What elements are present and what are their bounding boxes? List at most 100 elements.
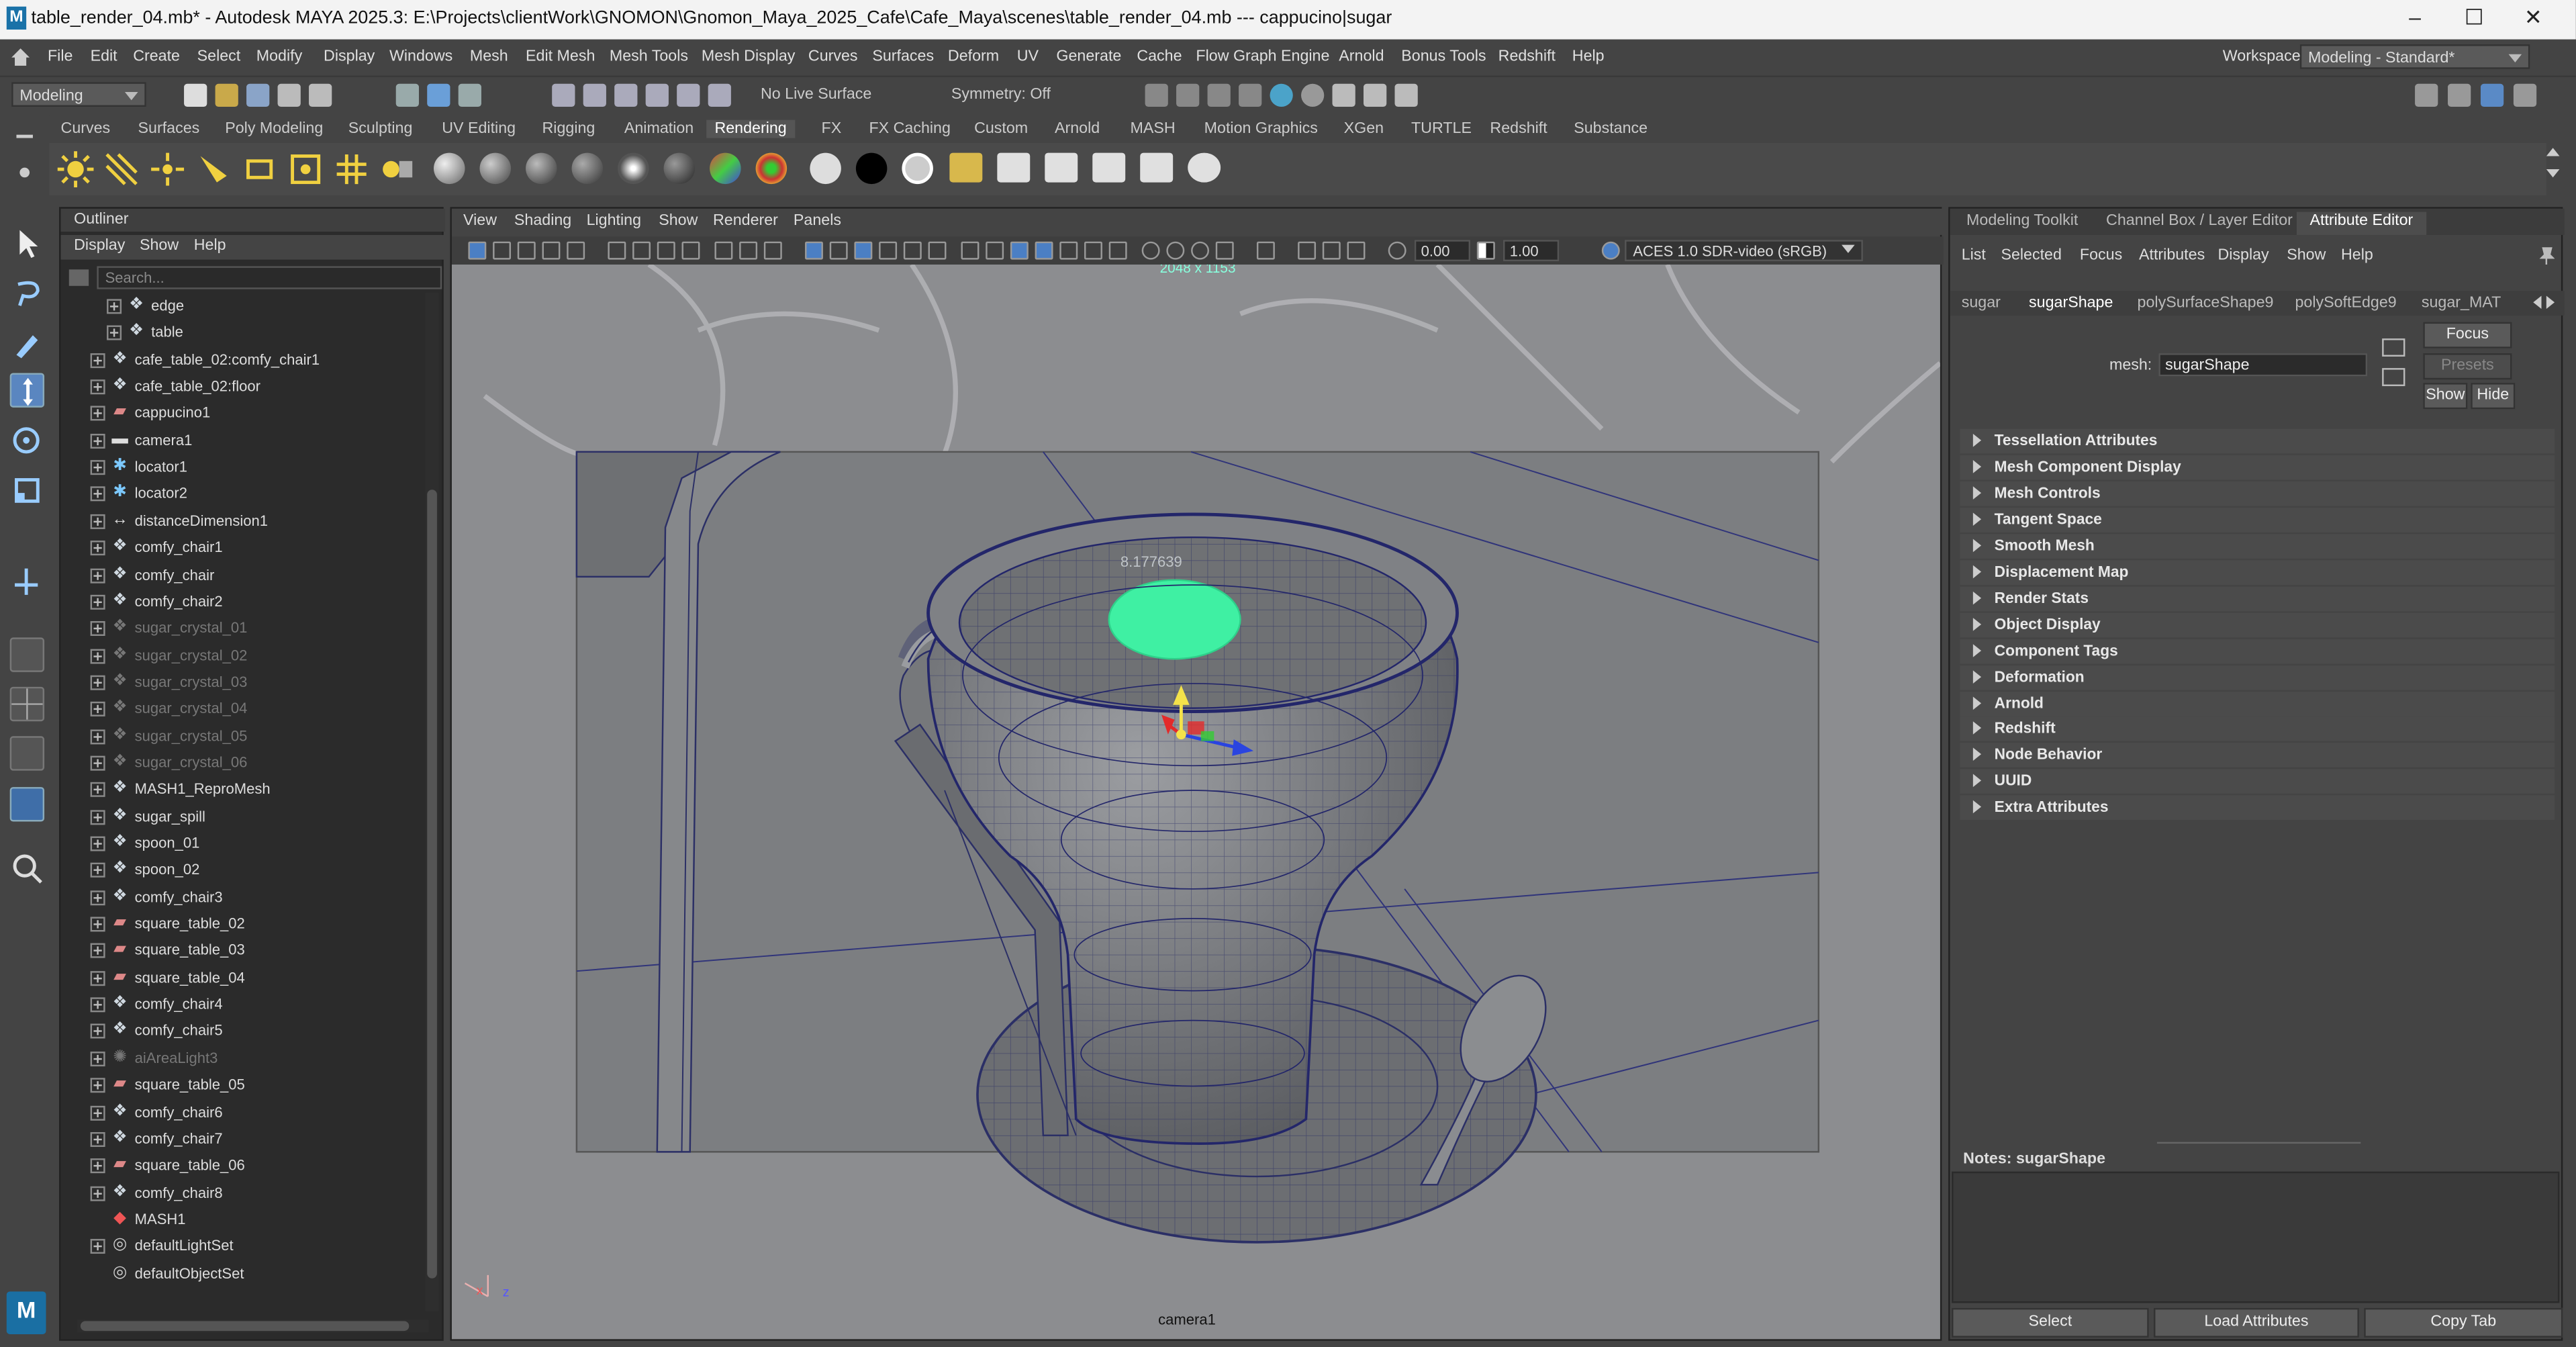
film-gate-icon[interactable] — [829, 241, 848, 260]
attribute-section[interactable]: Render Stats — [1960, 586, 2555, 611]
screen-space-ao-icon[interactable] — [1108, 241, 1127, 260]
copy-tab-button[interactable]: Copy Tab — [2364, 1307, 2563, 1338]
camera-attributes-icon[interactable] — [493, 241, 512, 260]
menu-uv[interactable]: UV — [1017, 48, 1039, 66]
menu-help[interactable]: Help — [1572, 48, 1605, 66]
exposure-icon[interactable] — [1388, 241, 1406, 260]
ae-menu-focus[interactable]: Focus — [2080, 246, 2122, 265]
outliner-item[interactable]: ❖ sugar_crystal_03 — [61, 669, 426, 695]
batch-render-icon[interactable] — [997, 152, 1031, 183]
shelf-tab-motion-graphics[interactable]: Motion Graphics — [1204, 120, 1318, 138]
outliner-item[interactable]: ↔ distanceDimension1 — [61, 508, 426, 534]
menu-select[interactable]: Select — [197, 48, 241, 66]
expand-icon[interactable] — [90, 1051, 105, 1066]
expand-icon[interactable] — [90, 1078, 105, 1093]
anti-aliasing-icon[interactable] — [1166, 241, 1185, 260]
gamma-field[interactable]: 1.00 — [1503, 240, 1560, 262]
expand-icon[interactable] — [107, 299, 122, 314]
shelf-tab-xgen[interactable]: XGen — [1344, 120, 1384, 138]
expand-icon[interactable] — [90, 567, 105, 583]
expand-icon[interactable] — [90, 460, 105, 475]
expand-icon[interactable] — [90, 594, 105, 610]
outliner-item[interactable]: ❖ cafe_table_02:comfy_chair1 — [61, 346, 426, 373]
outliner-item[interactable]: ▰ square_table_06 — [61, 1152, 426, 1178]
menu-bonus-tools[interactable]: Bonus Tools — [1401, 48, 1486, 66]
bookmark-icon[interactable] — [681, 241, 700, 260]
depth-of-field-icon[interactable] — [1191, 241, 1209, 260]
outliner-item[interactable]: ❖ cafe_table_02:floor — [61, 373, 426, 400]
surface-shader-icon[interactable] — [618, 152, 649, 185]
menu-cache[interactable]: Cache — [1137, 48, 1182, 66]
snap-grid-icon[interactable] — [552, 83, 575, 107]
maximize-button[interactable]: ☐ — [2449, 5, 2498, 31]
open-scene-icon[interactable] — [215, 83, 238, 107]
attribute-section[interactable]: Smooth Mesh — [1960, 533, 2555, 559]
outliner-item[interactable]: ❖ sugar_crystal_05 — [61, 723, 426, 749]
shelf-tab-custom[interactable]: Custom — [974, 120, 1028, 138]
outliner-scrollbar-vertical[interactable] — [425, 292, 439, 1311]
gamma-icon[interactable] — [1476, 241, 1495, 260]
outliner-item[interactable]: ❖ MASH1_ReproMesh — [61, 776, 426, 802]
expand-icon[interactable] — [90, 487, 105, 502]
outliner-item[interactable]: ✱ locator2 — [61, 481, 426, 507]
viewport-scene[interactable]: 8.177639 2048 x 1153 x z camera1 — [451, 264, 1940, 1340]
snap-point-icon[interactable] — [614, 83, 638, 107]
ae-menu-help[interactable]: Help — [2341, 246, 2373, 265]
select-button[interactable]: Select — [1952, 1307, 2149, 1338]
minimize-button[interactable]: – — [2390, 5, 2439, 30]
shelf-tab-rendering[interactable]: Rendering — [706, 120, 795, 138]
outliner-item[interactable]: ▰ square_table_02 — [61, 911, 426, 937]
frame-selected-icon[interactable] — [657, 241, 675, 260]
attribute-section[interactable]: Displacement Map — [1960, 559, 2555, 585]
expand-icon[interactable] — [90, 353, 105, 368]
expand-icon[interactable] — [90, 863, 105, 878]
outliner-item[interactable]: ❖ sugar_crystal_06 — [61, 749, 426, 776]
ipr-render-icon[interactable] — [1176, 83, 1200, 107]
shelf-options-icon[interactable] — [16, 132, 36, 187]
outliner-item[interactable]: ❖ comfy_chair7 — [61, 1125, 426, 1152]
outliner-item[interactable]: ❖ edge — [77, 293, 442, 319]
motion-blur-icon[interactable] — [1141, 241, 1160, 260]
outliner-item[interactable]: ❖ spoon_01 — [61, 830, 426, 856]
node-tab-sugar[interactable]: sugar — [1962, 294, 2001, 312]
pin-icon[interactable] — [2538, 246, 2555, 266]
shelf-tab-curves[interactable]: Curves — [61, 120, 111, 138]
bookmarks-icon[interactable] — [517, 241, 536, 260]
shelf-tab-fx-caching[interactable]: FX Caching — [869, 120, 950, 138]
node-tab-polysoftedge9[interactable]: polySoftEdge9 — [2295, 294, 2396, 312]
attribute-section[interactable]: Arnold — [1960, 690, 2555, 716]
phong-e-sphere-icon[interactable] — [571, 152, 604, 185]
scale-tool-icon[interactable] — [10, 473, 44, 508]
shelf-tab-fx[interactable]: FX — [822, 120, 842, 138]
single-pane-icon[interactable] — [9, 637, 45, 672]
ae-menu-attributes[interactable]: Attributes — [2139, 246, 2205, 265]
attribute-editor-toggle-icon[interactable] — [2480, 83, 2504, 107]
load-attributes-button[interactable]: Load Attributes — [2154, 1307, 2359, 1338]
spot-light-icon[interactable] — [195, 151, 232, 187]
menu-mesh-tools[interactable]: Mesh Tools — [610, 48, 688, 66]
outliner-item[interactable]: ❖ comfy_chair1 — [61, 535, 426, 561]
expand-icon[interactable] — [90, 1024, 105, 1039]
black-shader-icon[interactable] — [855, 152, 888, 185]
smooth-shade-icon[interactable] — [986, 241, 1004, 260]
select-component-icon[interactable] — [458, 83, 481, 107]
ramp-shader-icon[interactable] — [755, 152, 788, 185]
ae-menu-list[interactable]: List — [1962, 246, 1986, 265]
lambert-sphere-icon[interactable] — [479, 152, 512, 185]
color-management-icon[interactable] — [1601, 241, 1620, 260]
use-lights-icon[interactable] — [1059, 241, 1078, 260]
expand-icon[interactable] — [90, 917, 105, 932]
outliner-menu-display[interactable]: Display — [74, 236, 125, 254]
menu-flow-graph-engine[interactable]: Flow Graph Engine — [1196, 48, 1329, 66]
ae-menu-show[interactable]: Show — [2287, 246, 2326, 265]
mesh-name-field[interactable]: sugarShape — [2158, 353, 2368, 377]
viewport-menu-show[interactable]: Show — [659, 212, 698, 230]
expand-icon[interactable] — [90, 970, 105, 986]
directional-light-icon[interactable] — [103, 151, 140, 187]
two-pane-icon[interactable] — [9, 736, 45, 771]
attribute-section[interactable]: Redshift — [1960, 716, 2555, 742]
grey-shader-icon[interactable] — [902, 152, 933, 185]
outliner-item[interactable]: ❖ comfy_chair6 — [61, 1099, 426, 1125]
menu-arnold[interactable]: Arnold — [1339, 48, 1384, 66]
expand-icon[interactable] — [90, 782, 105, 798]
